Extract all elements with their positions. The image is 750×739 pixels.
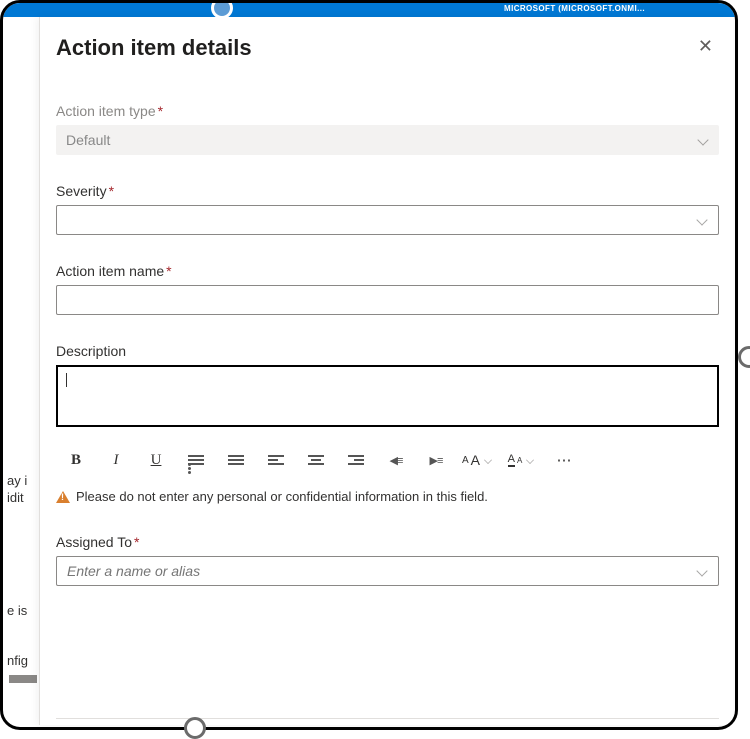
panel-title: Action item details bbox=[56, 35, 252, 61]
warning-icon bbox=[56, 491, 70, 503]
increase-indent-icon: ▶≡ bbox=[430, 454, 443, 467]
top-banner: MICROSOFT (MICROSOFT.ONMI... bbox=[3, 3, 735, 17]
name-input[interactable] bbox=[56, 285, 719, 315]
severity-select[interactable] bbox=[56, 205, 719, 235]
bg-grey-bar bbox=[9, 675, 37, 683]
field-assigned-to: Assigned To* bbox=[56, 534, 719, 586]
close-button[interactable]: ✕ bbox=[692, 35, 719, 57]
bg-text-fragment: ay i bbox=[7, 473, 27, 488]
text-cursor bbox=[66, 373, 67, 387]
decrease-indent-icon: ◀≡ bbox=[390, 454, 403, 467]
font-size-icon-small: A bbox=[462, 455, 469, 466]
bg-text-fragment: idit bbox=[7, 490, 24, 505]
frame-handle-right bbox=[738, 346, 750, 368]
field-label-assigned-to: Assigned To* bbox=[56, 534, 719, 550]
field-label-type: Action item type* bbox=[56, 103, 719, 119]
assigned-to-combobox[interactable] bbox=[56, 556, 719, 586]
field-action-item-name: Action item name* bbox=[56, 263, 719, 315]
align-right-button[interactable] bbox=[336, 445, 376, 475]
numbered-list-icon bbox=[228, 453, 244, 467]
action-item-details-panel: Action item details ✕ Action item type* … bbox=[39, 17, 733, 725]
increase-indent-button[interactable]: ▶≡ bbox=[416, 445, 456, 475]
bg-text-fragment: e is bbox=[7, 603, 27, 618]
decrease-indent-button[interactable]: ◀≡ bbox=[376, 445, 416, 475]
align-right-icon bbox=[348, 453, 364, 467]
chevron-down-icon bbox=[526, 456, 534, 464]
required-asterisk: * bbox=[158, 103, 163, 119]
type-selected-value: Default bbox=[66, 132, 110, 148]
required-asterisk: * bbox=[109, 183, 114, 199]
align-center-button[interactable] bbox=[296, 445, 336, 475]
font-color-icon: A bbox=[508, 453, 515, 467]
chevron-down-icon bbox=[484, 456, 492, 464]
rich-text-toolbar: B I U ◀≡ bbox=[56, 445, 719, 475]
bullet-list-button[interactable] bbox=[176, 445, 216, 475]
align-center-icon bbox=[308, 453, 324, 467]
description-warning: Please do not enter any personal or conf… bbox=[56, 489, 719, 504]
assigned-to-input[interactable] bbox=[67, 563, 644, 579]
bold-button[interactable]: B bbox=[56, 445, 96, 475]
field-description: Description B I U bbox=[56, 343, 719, 504]
required-asterisk: * bbox=[134, 534, 139, 550]
field-action-item-type: Action item type* Default bbox=[56, 103, 719, 155]
align-left-icon bbox=[268, 453, 284, 467]
banner-text: MICROSOFT (MICROSOFT.ONMI... bbox=[504, 4, 645, 13]
underline-button[interactable]: U bbox=[136, 445, 176, 475]
numbered-list-button[interactable] bbox=[216, 445, 256, 475]
required-asterisk: * bbox=[166, 263, 171, 279]
screenshot-frame: MICROSOFT (MICROSOFT.ONMI... ay i idit e… bbox=[0, 0, 738, 730]
panel-header: Action item details ✕ bbox=[56, 35, 719, 61]
description-textarea[interactable] bbox=[56, 365, 719, 427]
chevron-down-icon bbox=[696, 214, 708, 226]
type-select-disabled: Default bbox=[56, 125, 719, 155]
bullet-list-icon bbox=[188, 453, 204, 467]
font-color-button[interactable]: AA bbox=[500, 445, 544, 475]
frame-handle-bottom bbox=[184, 717, 206, 739]
panel-footer-divider bbox=[56, 718, 719, 719]
bg-text-fragment: nfig bbox=[7, 653, 28, 668]
chevron-down-icon bbox=[697, 134, 709, 146]
italic-button[interactable]: I bbox=[96, 445, 136, 475]
field-label-severity: Severity* bbox=[56, 183, 719, 199]
font-size-button[interactable]: AA bbox=[456, 445, 500, 475]
font-size-icon-large: A bbox=[471, 452, 480, 468]
field-label-description: Description bbox=[56, 343, 719, 359]
field-severity: Severity* bbox=[56, 183, 719, 235]
warning-text: Please do not enter any personal or conf… bbox=[76, 489, 488, 504]
close-icon: ✕ bbox=[698, 36, 713, 56]
more-options-button[interactable]: ⋯ bbox=[544, 445, 584, 475]
chevron-down-icon bbox=[696, 565, 708, 577]
field-label-name: Action item name* bbox=[56, 263, 719, 279]
align-left-button[interactable] bbox=[256, 445, 296, 475]
